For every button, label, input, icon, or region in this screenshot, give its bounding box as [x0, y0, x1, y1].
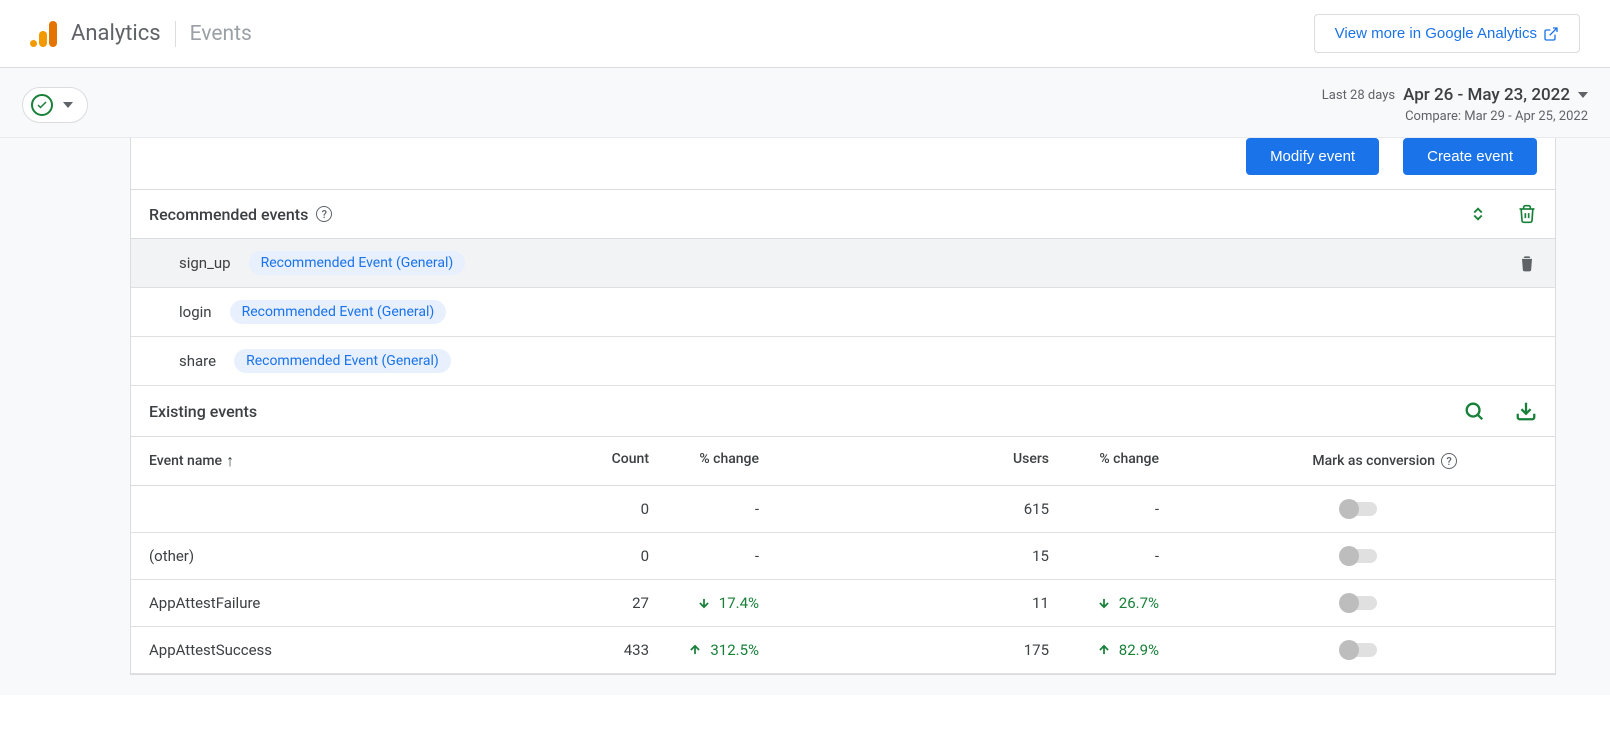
- table-row[interactable]: AppAttestSuccess433312.5%17582.9%: [131, 627, 1555, 674]
- recommended-name: share: [179, 352, 216, 370]
- events-panel: Modify event Create event Recommended ev…: [130, 138, 1556, 675]
- subbar: Last 28 days Apr 26 - May 23, 2022 Compa…: [0, 68, 1610, 138]
- create-event-button[interactable]: Create event: [1403, 138, 1537, 175]
- analytics-logo-icon: [30, 21, 57, 47]
- recommended-chip: Recommended Event (General): [230, 300, 447, 324]
- conversion-toggle[interactable]: [1341, 643, 1377, 657]
- view-more-label: View more in Google Analytics: [1335, 25, 1537, 42]
- arrow-up-icon: [1097, 643, 1111, 657]
- col-count[interactable]: Count: [529, 451, 649, 471]
- recommended-name: sign_up: [179, 254, 231, 272]
- recommended-name: login: [179, 303, 212, 321]
- delete-all-icon[interactable]: [1517, 204, 1537, 224]
- topbar: Analytics Events View more in Google Ana…: [0, 0, 1610, 68]
- col-mark: Mark as conversion ?: [1189, 451, 1537, 471]
- help-icon[interactable]: ?: [316, 206, 332, 222]
- cell-users: 175: [789, 641, 1049, 659]
- cell-event-name: AppAttestSuccess: [149, 641, 529, 659]
- cell-change2: -: [1049, 500, 1189, 518]
- recommended-row[interactable]: login Recommended Event (General): [131, 288, 1555, 337]
- cell-event-name: AppAttestFailure: [149, 594, 529, 612]
- col-change2[interactable]: % change: [1049, 451, 1189, 471]
- sort-asc-icon: ↑: [226, 451, 234, 471]
- cell-change1: -: [649, 547, 789, 565]
- sort-icon[interactable]: [1469, 205, 1487, 223]
- cell-users: 15: [789, 547, 1049, 565]
- cell-count: 0: [529, 547, 649, 565]
- conversion-toggle[interactable]: [1341, 502, 1377, 516]
- cell-change1: 17.4%: [649, 594, 789, 612]
- cell-users: 615: [789, 500, 1049, 518]
- conversion-toggle[interactable]: [1341, 549, 1377, 563]
- trash-icon[interactable]: [1517, 253, 1537, 273]
- open-external-icon: [1543, 26, 1559, 42]
- recommended-row[interactable]: sign_up Recommended Event (General): [131, 239, 1555, 288]
- cell-count: 0: [529, 500, 649, 518]
- recommended-chip: Recommended Event (General): [234, 349, 451, 373]
- panel-wrap: Modify event Create event Recommended ev…: [0, 138, 1610, 695]
- arrow-down-icon: [697, 596, 711, 610]
- arrow-down-icon: [1097, 596, 1111, 610]
- download-icon[interactable]: [1515, 400, 1537, 422]
- cell-change2: -: [1049, 547, 1189, 565]
- brand-label: Analytics: [71, 21, 161, 46]
- cell-change2: 26.7%: [1049, 594, 1189, 612]
- cell-change1: 312.5%: [649, 641, 789, 659]
- col-event-name[interactable]: Event name ↑: [149, 451, 529, 471]
- conversion-toggle[interactable]: [1341, 596, 1377, 610]
- cell-change1: -: [649, 500, 789, 518]
- topbar-left: Analytics Events: [30, 21, 252, 47]
- col-change1[interactable]: % change: [649, 451, 789, 471]
- action-row: Modify event Create event: [131, 138, 1555, 190]
- arrow-up-icon: [688, 643, 702, 657]
- separator: [175, 21, 176, 47]
- date-range-value: Apr 26 - May 23, 2022: [1403, 85, 1570, 105]
- check-circle-icon: [31, 94, 53, 116]
- status-filter-pill[interactable]: [22, 87, 88, 123]
- cell-event-name: (other): [149, 547, 529, 565]
- cell-count: 27: [529, 594, 649, 612]
- page-title: Events: [190, 22, 252, 46]
- chevron-down-icon: [63, 102, 73, 108]
- table-row[interactable]: (other)0-15-: [131, 533, 1555, 580]
- recommended-title: Recommended events: [149, 205, 308, 224]
- col-users[interactable]: Users: [789, 451, 1049, 471]
- table-row[interactable]: 0-615-: [131, 486, 1555, 533]
- date-range-label: Last 28 days: [1322, 88, 1395, 103]
- table-row[interactable]: AppAttestFailure2717.4%1126.7%: [131, 580, 1555, 627]
- date-compare-label: Compare: Mar 29 - Apr 25, 2022: [1322, 109, 1588, 124]
- table-header: Event name ↑ Count % change Users % chan…: [131, 437, 1555, 486]
- help-icon[interactable]: ?: [1441, 453, 1457, 469]
- recommended-chip: Recommended Event (General): [249, 251, 466, 275]
- date-range-picker[interactable]: Last 28 days Apr 26 - May 23, 2022 Compa…: [1322, 85, 1588, 124]
- existing-header: Existing events: [131, 386, 1555, 437]
- existing-title: Existing events: [149, 402, 257, 421]
- recommended-row[interactable]: share Recommended Event (General): [131, 337, 1555, 386]
- cell-count: 433: [529, 641, 649, 659]
- search-icon[interactable]: [1463, 400, 1485, 422]
- recommended-header: Recommended events ?: [131, 190, 1555, 239]
- cell-users: 11: [789, 594, 1049, 612]
- modify-event-button[interactable]: Modify event: [1246, 138, 1379, 175]
- cell-change2: 82.9%: [1049, 641, 1189, 659]
- chevron-down-icon: [1578, 92, 1588, 98]
- view-more-button[interactable]: View more in Google Analytics: [1314, 14, 1580, 53]
